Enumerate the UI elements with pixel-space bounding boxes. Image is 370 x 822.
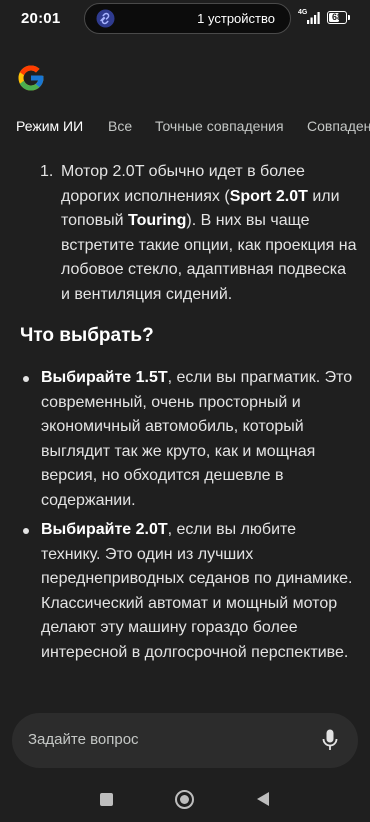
tab-exact-matches[interactable]: Точные совпадения <box>155 118 284 134</box>
bold-segment: Sport 2.0T <box>229 187 308 205</box>
bullet-text: Выбирайте 2.0T, если вы любите технику. … <box>41 518 357 665</box>
pill-text: 1 устройство <box>197 11 275 26</box>
signal-icon <box>307 12 320 24</box>
connected-devices-pill[interactable]: 1 устройство <box>84 3 291 34</box>
network-type: 4G <box>298 9 308 16</box>
section-heading: Что выбрать? <box>20 325 154 346</box>
status-bar: 20:01 1 устройство 4G 68 <box>0 0 370 36</box>
ask-placeholder: Задайте вопрос <box>28 731 139 748</box>
text-segment: , если вы любите технику. Это один из лу… <box>41 521 353 661</box>
bullet-dot <box>23 376 29 382</box>
system-nav-bar <box>0 784 370 814</box>
ask-input[interactable]: Задайте вопрос <box>12 713 358 768</box>
mic-icon[interactable] <box>322 729 338 751</box>
tab-matches[interactable]: Совпадения <box>307 118 370 134</box>
bold-segment: Выбирайте 1.5T <box>41 369 168 386</box>
bold-segment: Touring <box>128 212 187 229</box>
tab-ai-mode[interactable]: Режим ИИ <box>16 118 83 134</box>
link-icon <box>96 9 115 28</box>
bold-segment: Выбирайте 2.0T <box>41 521 168 538</box>
bullet-text: Выбирайте 1.5T, если вы прагматик. Это с… <box>41 366 357 513</box>
home-button[interactable] <box>175 790 194 809</box>
search-tabs: Режим ИИ Все Точные совпадения Совпадени… <box>0 118 370 140</box>
list-item-text: Мотор 2.0T обычно идет в более дорогих и… <box>61 160 359 307</box>
battery-icon: 68 <box>327 11 347 24</box>
back-button[interactable] <box>256 791 270 807</box>
status-indicators: 4G 68 <box>297 9 357 27</box>
status-time: 20:01 <box>21 10 61 27</box>
battery-level: 68 <box>331 12 342 22</box>
google-logo-icon[interactable] <box>16 63 46 93</box>
bullet-dot <box>23 528 29 534</box>
tab-all[interactable]: Все <box>108 118 132 134</box>
battery-tip <box>348 15 350 20</box>
home-icon <box>180 795 189 804</box>
recents-button[interactable] <box>100 793 113 806</box>
screen: 20:01 1 устройство 4G 68 Режим ИИ Все То… <box>0 0 370 822</box>
text-segment: , если вы прагматик. Это современный, оч… <box>41 369 353 509</box>
list-number: 1. <box>40 163 54 180</box>
